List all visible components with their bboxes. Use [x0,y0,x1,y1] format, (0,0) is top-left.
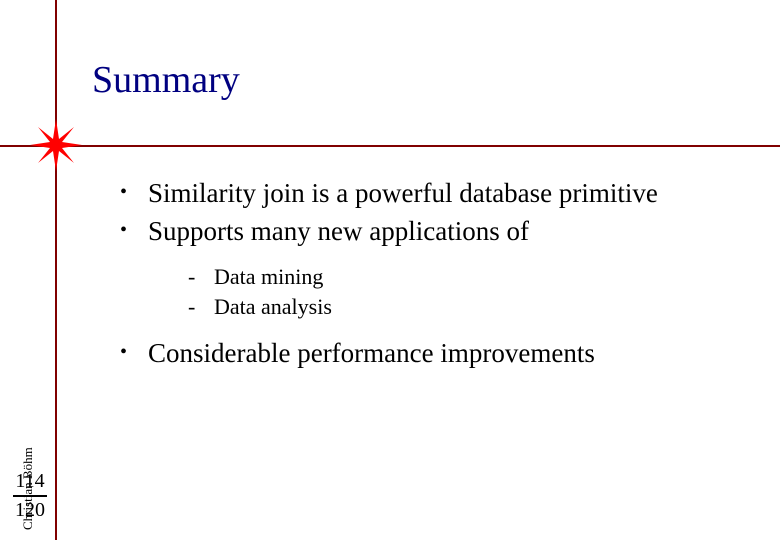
star-icon [56,145,57,146]
list-item: • Similarity join is a powerful database… [120,175,750,211]
dash-icon: - [188,292,214,322]
page-indicator: 114 120 [10,470,50,522]
page-current: 114 [10,470,50,493]
page-total: 120 [10,499,50,522]
list-item: - Data analysis [188,292,750,322]
bullet-list: • Considerable performance improvements [120,335,750,371]
bullet-text: Similarity join is a powerful database p… [148,175,658,211]
slide-body: • Similarity join is a powerful database… [120,175,750,374]
bullet-icon: • [120,213,148,244]
bullet-text: Data analysis [214,292,332,322]
bullet-text: Considerable performance improvements [148,335,595,371]
list-item: • Supports many new applications of [120,213,750,249]
horizontal-rule [0,145,780,147]
bullet-icon: • [120,335,148,366]
list-item: • Considerable performance improvements [120,335,750,371]
list-item: - Data mining [188,262,750,292]
sub-bullet-list: - Data mining - Data analysis [188,262,750,321]
bullet-text: Data mining [214,262,323,292]
page-separator [13,495,47,497]
bullet-icon: • [120,175,148,206]
vertical-rule [55,0,57,540]
bullet-text: Supports many new applications of [148,213,529,249]
dash-icon: - [188,262,214,292]
slide: Summary • Similarity join is a powerful … [0,0,780,540]
slide-title: Summary [92,58,240,102]
bullet-list: • Similarity join is a powerful database… [120,175,750,250]
